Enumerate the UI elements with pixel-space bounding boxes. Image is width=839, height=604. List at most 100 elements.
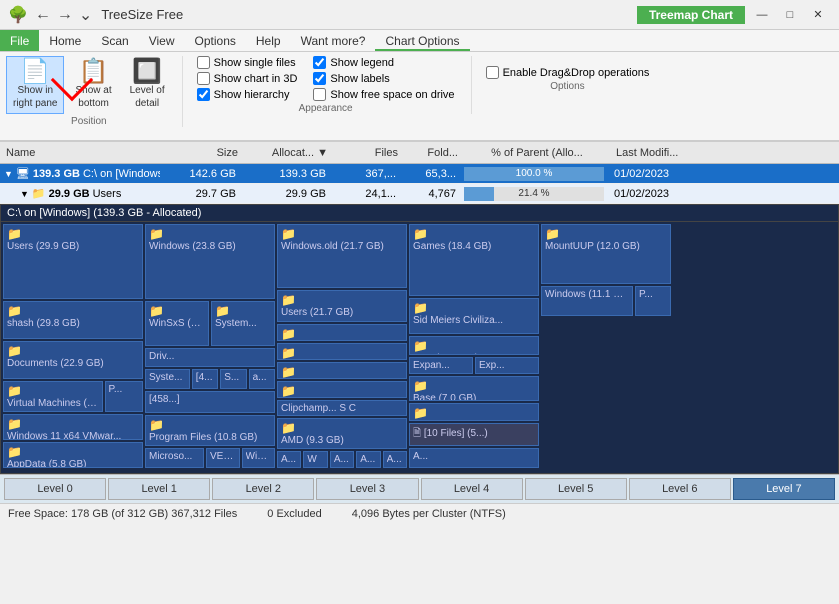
check-free-space[interactable] xyxy=(313,88,326,101)
tm-block-base[interactable]: 📁 Base (7.0 GB) xyxy=(409,376,539,401)
ribbon-position: 📄 Show inright pane 📋 Show atbottom 🔲 Le… xyxy=(6,56,183,127)
tm-block-4[interactable]: [4... xyxy=(192,369,218,389)
menu-file[interactable]: File xyxy=(0,30,39,51)
level-3-button[interactable]: Level 3 xyxy=(316,478,418,500)
menu-scan[interactable]: Scan xyxy=(91,30,138,51)
tm-block-a[interactable]: a... xyxy=(249,369,275,389)
tm-label: Syste... xyxy=(149,372,186,383)
tm-block-win11[interactable]: 📁 Windows 11 x64 VMwar... xyxy=(3,414,143,440)
tm-block-vm[interactable]: 📁 Virtual Machines (18.2 GB) xyxy=(3,381,103,412)
tm-block-syste2[interactable]: Syste... xyxy=(145,369,190,389)
menu-options[interactable]: Options xyxy=(185,30,246,51)
tm-block-exp2[interactable]: Exp... xyxy=(475,357,539,374)
col-size[interactable]: Size xyxy=(162,147,242,159)
level-2-button[interactable]: Level 2 xyxy=(212,478,314,500)
col-name[interactable]: Name xyxy=(2,147,162,159)
tm-block-driv[interactable]: Driv... xyxy=(145,348,275,367)
tm-block-p1[interactable]: P... xyxy=(105,381,144,412)
level-0-button[interactable]: Level 0 xyxy=(4,478,106,500)
tm-block-dlc[interactable]: 📁 DLC (11.1 GB) xyxy=(409,336,539,355)
tm-block-w2[interactable]: W xyxy=(303,451,327,468)
minimize-button[interactable]: — xyxy=(749,5,775,25)
level-7-button[interactable]: Level 7 xyxy=(733,478,835,500)
menu-help[interactable]: Help xyxy=(246,30,291,51)
back-button[interactable]: ← xyxy=(32,6,54,24)
check-labels[interactable] xyxy=(313,72,326,85)
tm-block-10files[interactable]: 🗎 [10 Files] (5...) xyxy=(409,423,539,446)
tm-block-wind[interactable]: Wind... xyxy=(242,448,276,468)
tm-block-system[interactable]: 📁 System... xyxy=(211,301,275,346)
tm-block-winsxs[interactable]: 📁 WinSxS (8.8 ... xyxy=(145,301,209,346)
tm-block-a3[interactable]: A... xyxy=(330,451,354,468)
level-6-button[interactable]: Level 6 xyxy=(629,478,731,500)
window-controls: — □ ✕ xyxy=(749,5,831,25)
tm-block-windows[interactable]: 📁 Windows (23.8 GB) xyxy=(145,224,275,299)
treemap-tab[interactable]: Treemap Chart xyxy=(637,6,745,24)
tm-block-mountuup[interactable]: 📁 MountUUP (12.0 GB) xyxy=(541,224,671,284)
tm-block-s[interactable]: S... xyxy=(220,369,246,389)
tm-label: Wind... xyxy=(246,451,272,462)
tm-block-users[interactable]: 📁 Users (29.9 GB) xyxy=(3,224,143,299)
maximize-button[interactable]: □ xyxy=(777,5,803,25)
tm-block-a5[interactable]: A... xyxy=(383,451,407,468)
detail-label: Level ofdetail xyxy=(130,84,165,110)
col-pct[interactable]: % of Parent (Allo... xyxy=(462,147,612,159)
tm-block-appdata1[interactable]: 📁 AppData (5.8 GB) xyxy=(3,442,143,468)
tm-block-vega[interactable]: VEGA... xyxy=(206,448,240,468)
tm-block-458[interactable]: [458...] xyxy=(145,391,275,413)
tm-block-p2[interactable]: P... xyxy=(635,286,671,316)
tm-col5: 📁 MountUUP (12.0 GB) Windows (11.1 GB) P… xyxy=(541,224,671,468)
menu-view[interactable]: View xyxy=(139,30,185,51)
tm-block-appdata2[interactable]: 📁 AppData (21.5 GB) xyxy=(277,343,407,360)
tm-row3: Syste... [4... S... a... xyxy=(145,369,275,389)
tm-block-games[interactable]: 📁 Games (18.4 GB) xyxy=(409,224,539,296)
table-row[interactable]: ▼ 🖥 139.3 GB C:\ on [Windows] 142.6 GB 1… xyxy=(0,164,839,184)
check-hierarchy[interactable] xyxy=(197,88,210,101)
close-button[interactable]: ✕ xyxy=(805,5,831,25)
tm-block-clipchamp[interactable]: Clipchamp... S C xyxy=(277,400,407,416)
tm-block-winold[interactable]: 📁 Windows.old (21.7 GB) xyxy=(277,224,407,288)
tm-label: A... xyxy=(281,454,297,465)
tm-block-shash1[interactable]: 📁 shash (29.8 GB) xyxy=(3,301,143,339)
level-5-button[interactable]: Level 5 xyxy=(525,478,627,500)
check-drag-drop[interactable] xyxy=(486,66,499,79)
cell-pct: 21.4 % xyxy=(460,187,610,201)
dropdown-button[interactable]: ⌄ xyxy=(76,5,95,25)
appearance-col1: Show single files Show chart in 3D Show … xyxy=(197,56,298,101)
level-4-button[interactable]: Level 4 xyxy=(421,478,523,500)
table-row[interactable]: ▼ 📁 29.9 GB Users 29.7 GB 29.9 GB 24,1..… xyxy=(0,184,839,204)
check-chart-3d[interactable] xyxy=(197,72,210,85)
tm-label: 🗎 [10 Files] (5...) xyxy=(413,426,535,443)
forward-button[interactable]: → xyxy=(54,6,76,24)
check-single-files[interactable] xyxy=(197,56,210,69)
tm-block-sid[interactable]: 📁 Sid Meiers Civiliza... xyxy=(409,298,539,335)
tm-label: Windows (23.8 GB) xyxy=(149,241,271,252)
tm-block-windows2[interactable]: Windows (11.1 GB) xyxy=(541,286,633,316)
tm-block-a4[interactable]: A... xyxy=(356,451,380,468)
tm-block-local[interactable]: 📁 Local (20.7 GB) xyxy=(277,362,407,379)
level-detail-button[interactable]: 🔲 Level ofdetail xyxy=(123,56,172,114)
col-files[interactable]: Files xyxy=(332,147,402,159)
menu-chart-options[interactable]: Chart Options xyxy=(375,30,469,51)
show-right-pane-button[interactable]: 📄 Show inright pane xyxy=(6,56,64,114)
menu-want-more[interactable]: Want more? xyxy=(291,30,376,51)
tm-block-users2[interactable]: 📁 Users (21.7 GB) xyxy=(277,290,407,323)
level-1-button[interactable]: Level 1 xyxy=(108,478,210,500)
menu-home[interactable]: Home xyxy=(39,30,91,51)
col-alloc[interactable]: Allocat... ▼ xyxy=(242,147,332,159)
tm-block-packages[interactable]: 📁 Packages (16.8 ... G... xyxy=(277,381,407,398)
check-legend[interactable] xyxy=(313,56,326,69)
tm-label: Users (21.7 GB) xyxy=(281,307,403,318)
col-folders[interactable]: Fold... xyxy=(402,147,462,159)
col-modified[interactable]: Last Modifi... xyxy=(612,147,837,159)
tm-block-docs[interactable]: 📁 Documents (22.9 GB) xyxy=(3,341,143,379)
tm-block-mountuup-sub[interactable]: A... xyxy=(409,448,539,468)
row2-size: 29.9 GB xyxy=(49,188,90,200)
tm-block-microso[interactable]: Microso... xyxy=(145,448,204,468)
tm-block-amd[interactable]: 📁 AMD (9.3 GB) xyxy=(277,418,407,449)
tm-block-progfiles[interactable]: 📁 Program Files (10.8 GB) xyxy=(145,415,275,446)
tm-block-shash2[interactable]: 📁 shash (21.5 GB) xyxy=(277,324,407,341)
tm-block-expan[interactable]: Expan... xyxy=(409,357,473,374)
tm-block-a2[interactable]: A... xyxy=(277,451,301,468)
tm-block-platforms[interactable]: 📁 Platforms (6.6 ... xyxy=(409,403,539,422)
